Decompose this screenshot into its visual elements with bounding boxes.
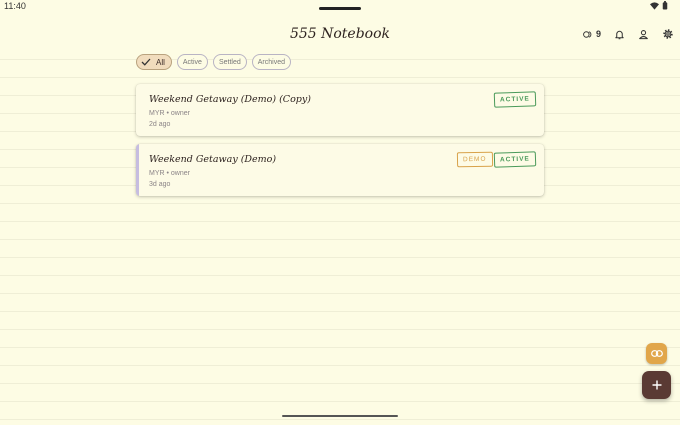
- filter-chip-label: Settled: [218, 58, 241, 66]
- notebook-title: Weekend Getaway (Demo) (Copy): [149, 94, 311, 105]
- notebook-badges: ACTIVE: [493, 91, 537, 108]
- home-indicator[interactable]: [282, 415, 398, 417]
- coins-count: 9: [595, 29, 601, 39]
- notebook-meta: MYR • owner: [149, 170, 190, 177]
- person-icon: [639, 29, 648, 39]
- join-link-button[interactable]: [646, 343, 667, 364]
- plus-icon: [652, 380, 661, 390]
- filter-chips: All Active Settled Archived: [136, 54, 291, 70]
- notebook-role: owner: [170, 170, 190, 177]
- notebook-currency: MYR: [149, 170, 165, 177]
- notebook-age: 2d ago: [149, 121, 171, 128]
- filter-chip-label: All: [156, 57, 165, 67]
- notebook-role: owner: [170, 110, 190, 117]
- notebook-card[interactable]: Weekend Getaway (Demo) MYR • owner 3d ag…: [136, 144, 544, 196]
- header-actions: 9: [570, 24, 674, 44]
- notebook-age: 3d ago: [149, 181, 171, 188]
- filter-chip-archived[interactable]: Archived: [251, 54, 291, 70]
- status-time: 11:40: [4, 1, 26, 11]
- coins-button[interactable]: 9: [583, 24, 601, 44]
- link-icon: [650, 350, 663, 357]
- notebook-meta: MYR • owner: [149, 110, 190, 117]
- gear-icon: [663, 29, 673, 39]
- camera-notch: [319, 7, 361, 10]
- notebook-title: Weekend Getaway (Demo): [149, 154, 277, 165]
- demo-badge: DEMO: [456, 151, 493, 168]
- filter-chip-all[interactable]: All: [136, 54, 172, 70]
- filter-chip-label: Active: [182, 58, 202, 66]
- notifications-button[interactable]: [614, 24, 625, 44]
- account-button[interactable]: [638, 24, 649, 44]
- check-icon: [141, 58, 151, 66]
- notebook-badges: DEMO ACTIVE: [456, 151, 537, 168]
- coin-stack-icon: [583, 30, 592, 38]
- status-badge-active: ACTIVE: [493, 91, 537, 108]
- battery-icon: [662, 1, 668, 10]
- filter-chip-label: Archived: [257, 58, 285, 66]
- app-bar: 555 Notebook 9: [0, 14, 680, 52]
- wifi-icon: [650, 1, 659, 10]
- status-badge-active: ACTIVE: [493, 151, 537, 168]
- settings-button[interactable]: [662, 24, 674, 44]
- filter-chip-settled[interactable]: Settled: [212, 54, 247, 70]
- bell-icon: [615, 30, 624, 39]
- notebook-card[interactable]: Weekend Getaway (Demo) (Copy) MYR • owne…: [136, 84, 544, 136]
- add-notebook-button[interactable]: [642, 371, 671, 399]
- filter-chip-active[interactable]: Active: [176, 54, 208, 70]
- notebook-currency: MYR: [149, 110, 165, 117]
- notebook-list: Weekend Getaway (Demo) (Copy) MYR • owne…: [136, 84, 544, 204]
- status-icons: [650, 1, 668, 10]
- demo-accent-bar: [136, 144, 139, 196]
- status-bar: 11:40: [0, 0, 680, 12]
